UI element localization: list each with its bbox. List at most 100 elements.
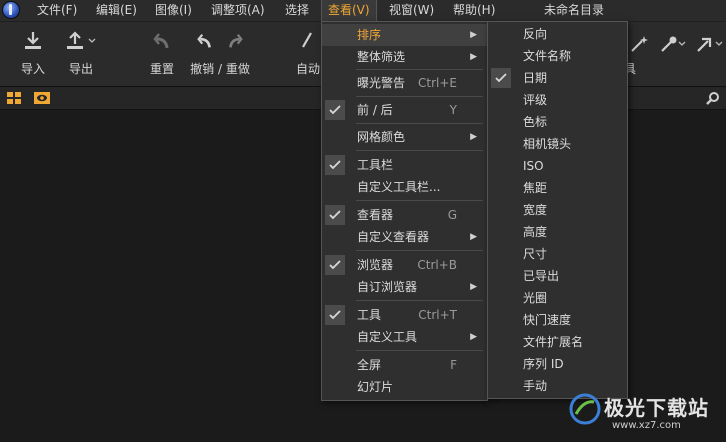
grid-view-icon[interactable] <box>7 92 21 107</box>
menu-item-label: 幻灯片 <box>357 380 394 394</box>
menu-adjustments[interactable]: 调整项(A) <box>205 0 271 21</box>
view-menu-viewer[interactable]: 查看器 G <box>322 204 487 226</box>
menu-item-label: 整体筛选 <box>357 50 406 64</box>
menu-item-label: 文件扩展名 <box>523 335 584 349</box>
healing-tool[interactable] <box>628 34 652 57</box>
import-icon <box>25 32 41 49</box>
menu-item-label: 尺寸 <box>523 247 548 261</box>
import-button[interactable]: 导入 <box>14 28 52 77</box>
menu-item-label: 相机镜头 <box>523 137 572 151</box>
submenu-arrow-icon: ▶ <box>470 282 477 292</box>
reset-button[interactable]: 重置 <box>146 28 178 77</box>
view-menu-exposure-warning[interactable]: 曝光警告 Ctrl+E <box>322 72 487 94</box>
picker-tool[interactable] <box>658 34 688 57</box>
view-menu-tools[interactable]: 工具 Ctrl+T <box>322 304 487 326</box>
menu-help[interactable]: 帮助(H) <box>447 0 501 21</box>
undo-redo-button[interactable]: 撤销 / 重做 <box>188 28 252 77</box>
sort-sequence-id[interactable]: 序列 ID <box>488 353 627 375</box>
menu-item-label: 高度 <box>523 225 548 239</box>
submenu-arrow-icon: ▶ <box>470 232 477 242</box>
menu-window[interactable]: 视窗(W) <box>383 0 440 21</box>
menu-select[interactable]: 选择 <box>279 0 315 21</box>
menu-item-label: 浏览器 <box>357 258 394 272</box>
menu-item-label: 快门速度 <box>523 313 572 327</box>
sort-aperture[interactable]: 光圈 <box>488 287 627 309</box>
view-menu-customize-viewer[interactable]: 自定义查看器 ▶ <box>322 226 487 248</box>
shortcut-label: G <box>447 208 457 222</box>
zoom-search-icon[interactable] <box>706 91 720 108</box>
menu-item-label: 色标 <box>523 115 548 129</box>
sort-size[interactable]: 尺寸 <box>488 243 627 265</box>
sort-color-label[interactable]: 色标 <box>488 111 627 133</box>
submenu-arrow-icon: ▶ <box>470 332 477 342</box>
view-menu-slideshow[interactable]: 幻灯片 <box>322 376 487 398</box>
menu-item-label: 自定义工具 <box>357 330 418 344</box>
arrow-tool-icon <box>697 37 723 52</box>
checkmark-icon <box>329 160 341 170</box>
menu-item-label: 光圈 <box>523 291 548 305</box>
auto-label: 自动 <box>295 62 320 76</box>
document-title: 未命名目录 <box>544 3 605 17</box>
view-menu-toolbar[interactable]: 工具栏 <box>322 154 487 176</box>
view-menu-dropdown: 排序 ▶ 整体筛选 ▶ 曝光警告 Ctrl+E 前 / 后 Y 网格颜色 ▶ 工… <box>321 21 488 401</box>
export-icon <box>67 31 96 49</box>
watermark-logo-icon <box>569 393 601 425</box>
annotate-tool[interactable] <box>694 34 726 57</box>
sort-reverse[interactable]: 反向 <box>488 23 627 45</box>
menu-item-label: 全屏 <box>357 358 382 372</box>
menu-item-label: 焦距 <box>523 181 548 195</box>
export-button[interactable]: 导出 <box>60 28 102 77</box>
menu-file[interactable]: 文件(F) <box>31 0 83 21</box>
view-menu-customize-toolbar[interactable]: 自定义工具栏... <box>322 176 487 198</box>
app-logo-icon[interactable] <box>3 2 19 18</box>
watermark-url: www.xz7.com <box>612 420 681 431</box>
menu-item-label: 曝光警告 <box>357 76 406 90</box>
sort-height[interactable]: 高度 <box>488 221 627 243</box>
watermark: 极光下载站 www.xz7.com <box>568 390 720 438</box>
sort-camera-lens[interactable]: 相机镜头 <box>488 133 627 155</box>
menu-item-label: 评级 <box>523 93 548 107</box>
view-menu-customize-browser[interactable]: 自订浏览器 ▶ <box>322 276 487 298</box>
sort-width[interactable]: 宽度 <box>488 199 627 221</box>
auto-icon <box>302 32 312 48</box>
view-menu-browser[interactable]: 浏览器 Ctrl+B <box>322 254 487 276</box>
auto-button[interactable]: 自动 <box>294 28 322 77</box>
viewer-eye-icon[interactable] <box>34 92 50 107</box>
menu-view[interactable]: 查看(V) <box>321 0 377 22</box>
sort-filename[interactable]: 文件名称 <box>488 45 627 67</box>
menu-image[interactable]: 图像(I) <box>149 0 198 21</box>
sort-focal-length[interactable]: 焦距 <box>488 177 627 199</box>
sort-rating[interactable]: 评级 <box>488 89 627 111</box>
sort-exported[interactable]: 已导出 <box>488 265 627 287</box>
sort-date[interactable]: 日期 <box>488 67 627 89</box>
menu-separator <box>356 150 483 151</box>
checkmark-icon <box>329 210 341 220</box>
sort-submenu: 反向 文件名称 日期 评级 色标 相机镜头 ISO 焦距 宽度 高度 尺寸 已导… <box>487 21 628 399</box>
menu-item-label: 日期 <box>523 71 548 85</box>
menu-item-label: 已导出 <box>523 269 560 283</box>
menu-separator <box>356 300 483 301</box>
sort-file-extension[interactable]: 文件扩展名 <box>488 331 627 353</box>
view-menu-fullscreen[interactable]: 全屏 F <box>322 354 487 376</box>
wand-icon <box>631 36 648 52</box>
menu-separator <box>356 96 483 97</box>
shortcut-label: Ctrl+B <box>417 258 457 272</box>
menu-separator <box>356 250 483 251</box>
view-menu-customize-tools[interactable]: 自定义工具 ▶ <box>322 326 487 348</box>
view-menu-before-after[interactable]: 前 / 后 Y <box>322 99 487 121</box>
view-menu-filter[interactable]: 整体筛选 ▶ <box>322 46 487 68</box>
view-menu-sort[interactable]: 排序 ▶ <box>322 24 487 46</box>
sort-iso[interactable]: ISO <box>488 155 627 177</box>
sort-shutter-speed[interactable]: 快门速度 <box>488 309 627 331</box>
submenu-arrow-icon: ▶ <box>470 30 477 40</box>
submenu-arrow-icon: ▶ <box>470 132 477 142</box>
menu-item-label: 查看器 <box>357 208 394 222</box>
menu-edit[interactable]: 编辑(E) <box>90 0 143 21</box>
checkmark-icon <box>329 105 341 115</box>
export-label: 导出 <box>68 62 93 76</box>
menu-separator <box>356 123 483 124</box>
redo-icon <box>229 33 243 48</box>
view-menu-grid-color[interactable]: 网格颜色 ▶ <box>322 126 487 148</box>
shortcut-label: Ctrl+E <box>418 76 457 90</box>
menu-separator <box>356 200 483 201</box>
